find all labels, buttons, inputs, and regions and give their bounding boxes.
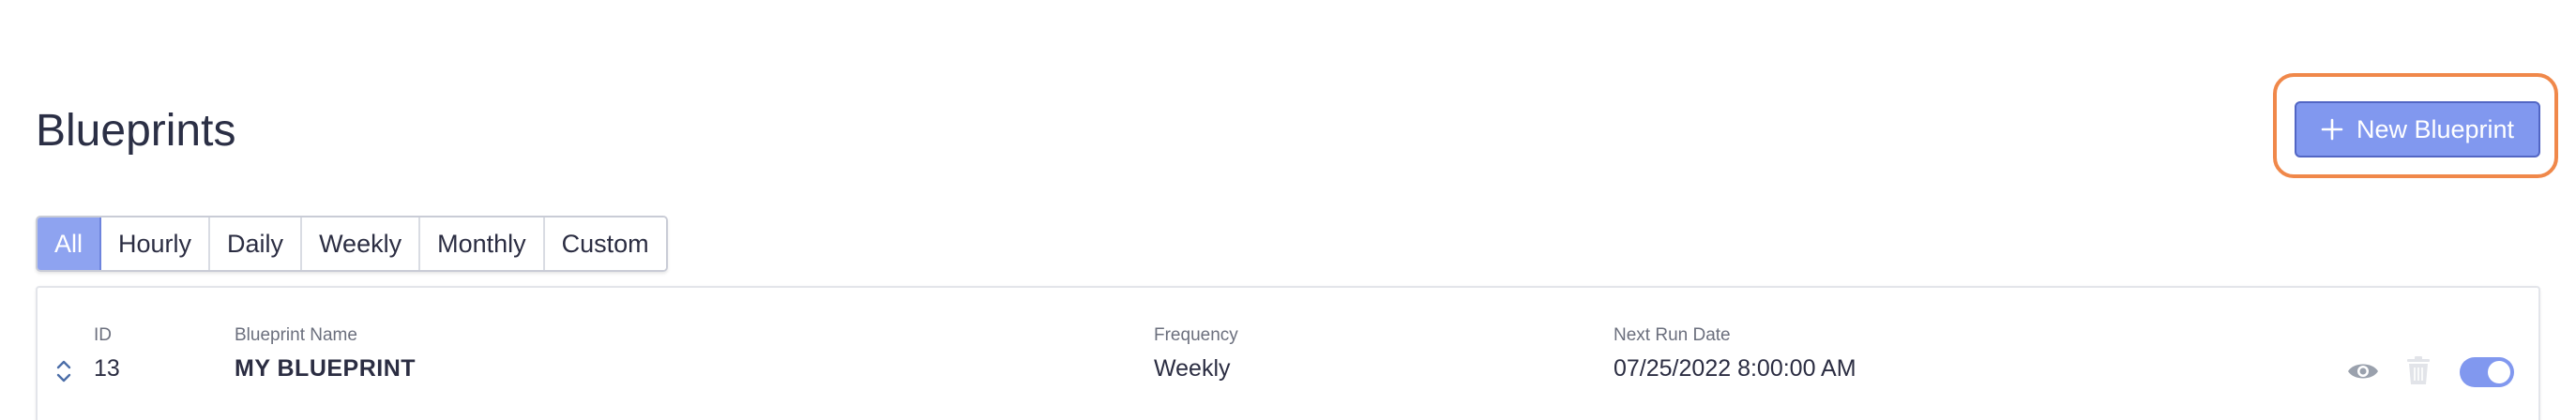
blueprint-row: ID 13 Blueprint Name MY BLUEPRINT Freque… — [36, 286, 2540, 420]
page-title: Blueprints — [36, 106, 236, 156]
name-label: Blueprint Name — [235, 325, 357, 345]
new-blueprint-label: New Blueprint — [2356, 114, 2515, 143]
filter-all[interactable]: All — [38, 218, 102, 270]
next-run-value: 07/25/2022 8:00:00 AM — [1614, 355, 1856, 382]
filter-weekly[interactable]: Weekly — [302, 218, 421, 270]
blueprints-page: Blueprints New Blueprint All Hourly Dail… — [0, 0, 2576, 420]
sort-icon[interactable] — [54, 357, 73, 385]
name-value: MY BLUEPRINT — [235, 355, 417, 382]
frequency-label: Frequency — [1154, 325, 1238, 345]
next-run-label: Next Run Date — [1614, 325, 1731, 345]
filter-daily[interactable]: Daily — [210, 218, 303, 270]
new-blueprint-button[interactable]: New Blueprint — [2295, 101, 2540, 158]
filter-monthly[interactable]: Monthly — [420, 218, 545, 270]
id-label: ID — [94, 325, 112, 345]
trash-icon[interactable] — [2405, 355, 2432, 385]
filter-hourly[interactable]: Hourly — [101, 218, 211, 270]
frequency-filter: All Hourly Daily Weekly Monthly Custom — [36, 216, 668, 272]
frequency-value: Weekly — [1154, 355, 1231, 382]
id-value: 13 — [94, 355, 120, 382]
eye-icon[interactable] — [2347, 359, 2379, 383]
enabled-toggle[interactable] — [2460, 357, 2514, 387]
toggle-knob — [2488, 361, 2510, 383]
filter-custom[interactable]: Custom — [544, 218, 666, 270]
plus-icon — [2321, 118, 2343, 141]
